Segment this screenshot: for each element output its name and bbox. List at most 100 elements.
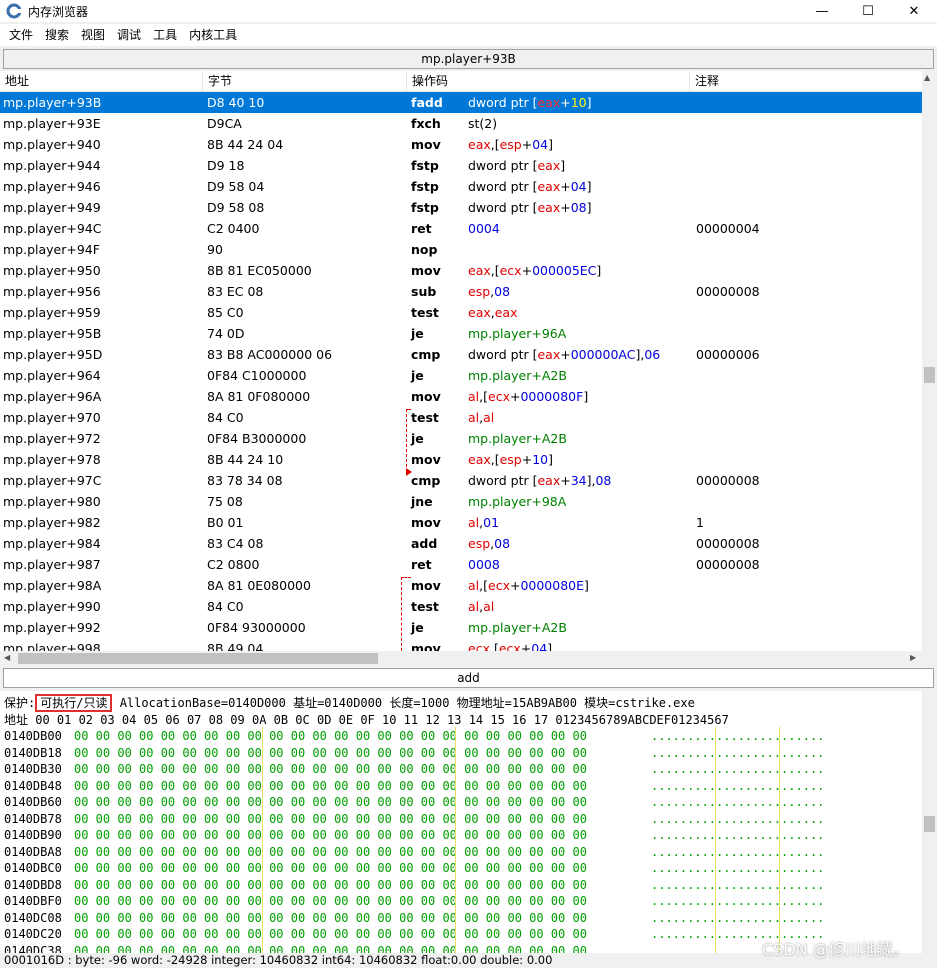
instruction-bar[interactable]: add [3,668,934,688]
menu-tools[interactable]: 工具 [147,24,183,46]
menu-kernel-tools[interactable]: 内核工具 [183,24,243,46]
hex-row[interactable]: 0140DC08 00 00 00 00 00 00 00 00 00 00 00… [4,910,824,927]
disasm-row[interactable]: mp.player+940 8B 44 24 04 mov eax,[esp+04] [0,134,922,155]
row-opcode: fstp [411,158,439,173]
disasm-row[interactable]: mp.player+980 75 08 jne mp.player+98A [0,491,922,512]
menu-file[interactable]: 文件 [3,24,39,46]
column-bytes[interactable]: 字节 [203,71,407,92]
disasm-row[interactable]: mp.player+95D 83 B8 AC000000 06 cmp dword p… [0,344,922,365]
operand-token: eax [468,137,491,152]
operand-token: 10 [532,452,549,467]
hex-row[interactable]: 0140DBC0 00 00 00 00 00 00 00 00 00 00 00… [4,860,824,877]
hex-row[interactable]: 0140DBF0 00 00 00 00 00 00 00 00 00 00 00… [4,893,824,910]
hex-row[interactable]: 0140DB00 00 00 00 00 00 00 00 00 00 00 00… [4,728,824,745]
operand-token: ] [560,158,566,173]
hex-row[interactable]: 0140DBD8 00 00 00 00 00 00 00 00 00 00 00… [4,877,824,894]
operand-token: ,[ [479,578,488,593]
row-bytes: 0F84 93000000 [207,620,306,635]
separator-line [715,727,716,953]
hex-row[interactable]: 0140DB48 00 00 00 00 00 00 00 00 00 00 00… [4,778,824,795]
hex-row[interactable]: 0140DB60 00 00 00 00 00 00 00 00 00 00 00… [4,794,824,811]
scroll-right-icon[interactable]: ▶ [910,653,916,662]
scroll-left-icon[interactable]: ◀ [4,653,10,662]
menu-view[interactable]: 视图 [75,24,111,46]
hex-row-bytes: 00 00 00 00 00 00 00 00 00 00 00 00 00 0… [74,729,587,743]
row-operands: st(2) [468,113,497,134]
disasm-row[interactable]: mp.player+93B D8 40 10 fadd dword ptr [eax+… [0,92,922,113]
disassembler-view[interactable]: 地址 字节 操作码 注释 mp.player+93B D8 40 10 fadd dw… [0,71,937,651]
disasm-row[interactable]: mp.player+97C 83 78 34 08 cmp dword ptr [ea… [0,470,922,491]
operand-token: dword ptr [ [468,200,538,215]
disasm-row[interactable]: mp.player+95B 74 0D je mp.player+96A [0,323,922,344]
row-address: mp.player+972 [3,431,101,446]
row-address: mp.player+992 [3,620,101,635]
disasm-row[interactable]: mp.player+949 D9 58 08 fstp dword ptr [eax+… [0,197,922,218]
hex-row-address: 0140DBA8 [4,844,62,859]
row-bytes: 74 0D [207,326,245,341]
row-bytes: C2 0400 [207,221,260,236]
row-opcode: fstp [411,200,439,215]
disasm-row[interactable]: mp.player+990 84 C0 test al,al [0,596,922,617]
row-opcode: je [411,326,424,341]
disassembler-vertical-scrollbar[interactable]: ▲ [922,71,937,651]
operand-token: dword ptr [ [468,95,538,110]
row-operands: 0004 [468,218,500,239]
hex-row[interactable]: 0140DB18 00 00 00 00 00 00 00 00 00 00 00… [4,745,824,762]
disassembler-horizontal-scrollbar[interactable]: ◀ ▶ [0,651,937,666]
scroll-up-icon[interactable]: ▲ [924,73,930,82]
operand-token: al [468,515,480,530]
menu-bar: 文件 搜索 视图 调试 工具 内核工具 [0,24,937,46]
hex-row-address: 0140DB60 [4,795,62,809]
scrollbar-thumb[interactable] [18,653,378,664]
disasm-row[interactable]: mp.player+98A 8A 81 0E080000 mov al,[ecx+00… [0,575,922,596]
disasm-row[interactable]: mp.player+987 C2 0800 ret 0008 00000008 [0,554,922,575]
disasm-row[interactable]: mp.player+944 D9 18 fstp dword ptr [eax] [0,155,922,176]
hex-row[interactable]: 0140DB30 00 00 00 00 00 00 00 00 00 00 00… [4,761,824,778]
disasm-row[interactable]: mp.player+998 8B 49 04 mov ecx,[ecx+04] [0,638,922,651]
disasm-row[interactable]: mp.player+964 0F84 C1000000 je mp.player+A2… [0,365,922,386]
hex-vertical-scrollbar[interactable] [922,691,937,953]
scrollbar-thumb[interactable] [924,367,935,383]
disasm-row[interactable]: mp.player+984 83 C4 08 add esp,08 00000008 [0,533,922,554]
disasm-row[interactable]: mp.player+959 85 C0 test eax,eax [0,302,922,323]
column-comment[interactable]: 注释 [690,71,922,92]
menu-debug[interactable]: 调试 [111,24,147,46]
disasm-row[interactable]: mp.player+978 8B 44 24 10 mov eax,[esp+10] [0,449,922,470]
disasm-row[interactable]: mp.player+93E D9CA fxch st(2) [0,113,922,134]
disasm-row[interactable]: mp.player+96A 8A 81 0F080000 mov al,[ecx+00… [0,386,922,407]
column-address[interactable]: 地址 [0,71,203,92]
column-opcode[interactable]: 操作码 [407,71,690,92]
address-bar[interactable]: mp.player+93B [3,49,934,69]
window-title: 内存浏览器 [28,4,89,19]
minimize-button[interactable]: — [799,0,845,22]
disasm-row[interactable]: mp.player+992 0F84 93000000 je mp.player+A2… [0,617,922,638]
hex-row-address: 0140DC38 [4,943,62,954]
disasm-row[interactable]: mp.player+946 D9 58 04 fstp dword ptr [eax+… [0,176,922,197]
disasm-row[interactable]: mp.player+982 B0 01 mov al,01 1 [0,512,922,533]
operand-token: mp.player+98A [468,494,567,509]
disasm-row[interactable]: mp.player+94F 90 nop [0,239,922,260]
hex-row-ascii: ........................ [651,778,825,793]
operand-token: al [483,410,495,425]
hex-row[interactable]: 0140DC20 00 00 00 00 00 00 00 00 00 00 00… [4,926,824,943]
disasm-row[interactable]: mp.player+94C C2 0400 ret 0004 00000004 [0,218,922,239]
separator-line [455,727,456,953]
hex-row[interactable]: 0140DBA8 00 00 00 00 00 00 00 00 00 00 00… [4,844,824,861]
disasm-row[interactable]: mp.player+972 0F84 B3000000 je mp.player+A2… [0,428,922,449]
close-button[interactable]: ✕ [891,0,937,22]
maximize-button[interactable]: ☐ [845,0,891,22]
scrollbar-thumb[interactable] [924,816,935,832]
hex-row[interactable]: 0140DB90 00 00 00 00 00 00 00 00 00 00 00… [4,827,824,844]
hex-row[interactable]: 0140DC38 00 00 00 00 00 00 00 00 00 00 00… [4,943,824,954]
hex-view[interactable]: 保护: 可执行/只读 AllocationBase=0140D000 基址=014… [0,691,937,953]
row-address: mp.player+94C [3,221,102,236]
menu-search[interactable]: 搜索 [39,24,75,46]
operand-token: ] [584,578,589,593]
hex-row[interactable]: 0140DB78 00 00 00 00 00 00 00 00 00 00 00… [4,811,824,828]
disasm-row[interactable]: mp.player+950 8B 81 EC050000 mov eax,[ecx+0… [0,260,922,281]
disasm-row[interactable]: mp.player+970 84 C0 test al,al [0,407,922,428]
hex-row-ascii: ........................ [651,729,825,743]
disasm-row[interactable]: mp.player+956 83 EC 08 sub esp,08 00000008 [0,281,922,302]
row-bytes: D9 18 [207,158,245,173]
hex-row-bytes: 00 00 00 00 00 00 00 00 00 00 00 00 00 0… [74,811,587,826]
